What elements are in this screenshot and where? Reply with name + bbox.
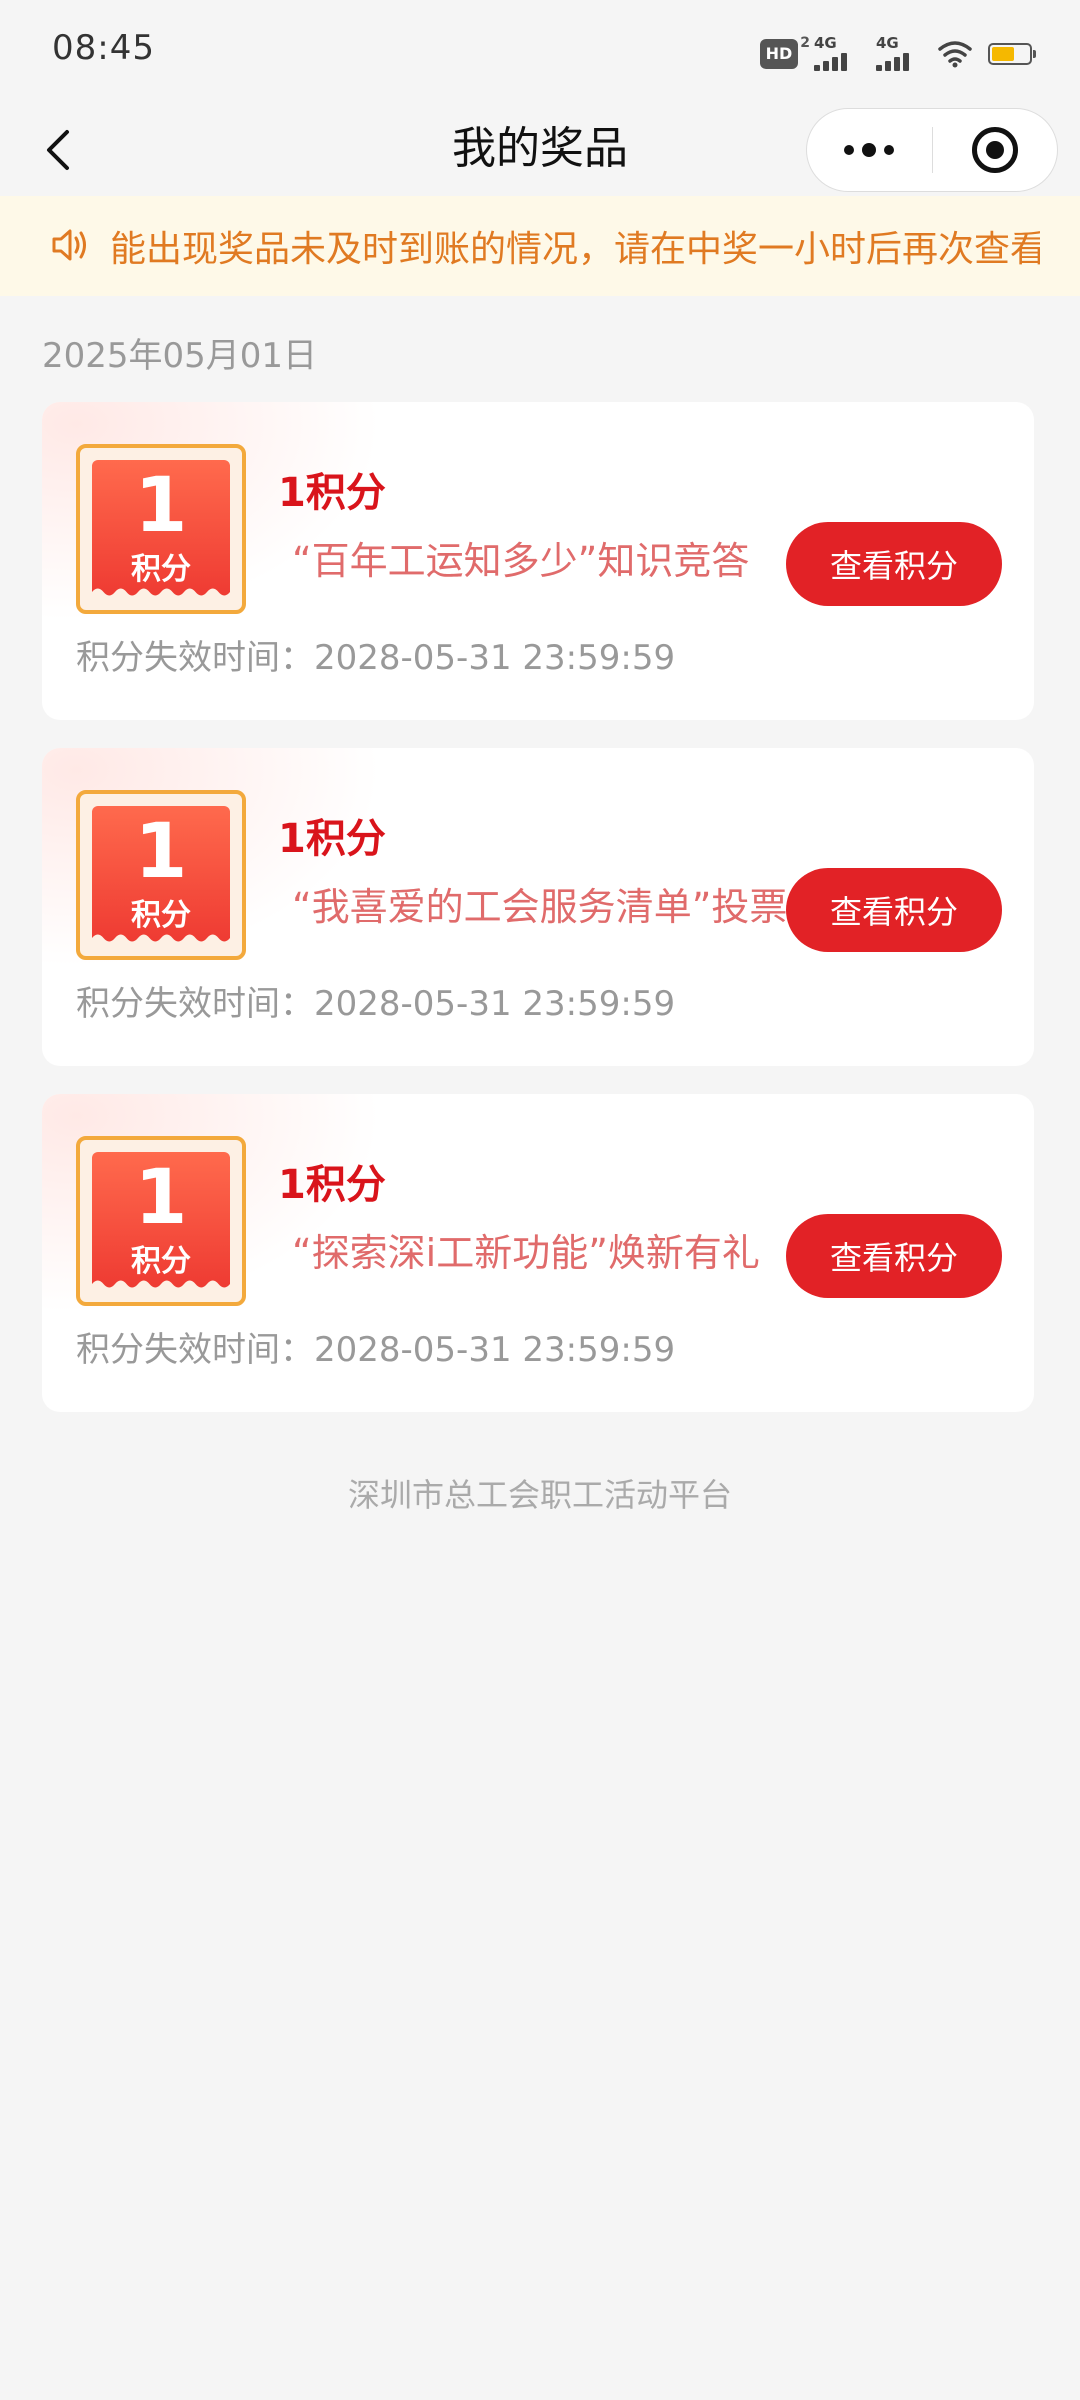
battery-level	[992, 46, 1014, 61]
prize-description: “探索深i工新功能”焕新有礼	[292, 1231, 760, 1275]
status-time: 08:45	[52, 28, 155, 68]
notice-bar: 能出现奖品未及时到账的情况，请在中奖一小时后再次查看	[0, 196, 1080, 296]
hd-sub-label: 2	[800, 34, 810, 51]
view-points-button[interactable]: 查看积分	[786, 868, 1002, 952]
coupon-unit: 积分	[131, 1244, 191, 1279]
target-circle-icon	[971, 127, 1018, 173]
prize-description: “百年工运知多少”知识竞答	[292, 539, 750, 583]
expire-time: 2028-05-31 23:59:59	[314, 1330, 676, 1370]
expire-label: 积分失效时间：	[76, 638, 314, 678]
miniprogram-capsule	[806, 108, 1058, 192]
network-type-label: 4G	[876, 34, 899, 52]
coupon-unit: 积分	[131, 552, 191, 587]
prize-title: 1积分	[278, 1162, 386, 1208]
status-bar: 08:45 HD 2 4G 4G	[0, 0, 1080, 100]
date-header: 2025年05月01日	[42, 336, 318, 376]
close-miniprogram-button[interactable]	[933, 109, 1058, 191]
more-dots-icon	[844, 143, 895, 157]
more-menu-button[interactable]	[807, 109, 932, 191]
status-icons: HD 2 4G 4G	[760, 35, 1036, 71]
points-coupon-icon: 1 积分	[76, 790, 246, 960]
coupon-number: 1	[134, 806, 188, 895]
points-coupon-icon: 1 积分	[76, 1136, 246, 1306]
hd-voice-icon: HD 2	[760, 35, 810, 69]
prize-card: 1 积分 1积分 “我喜爱的工会服务清单”投票 查看积分 积分失效时间：2028…	[42, 748, 1034, 1066]
platform-footer: 深圳市总工会职工活动平台	[347, 1476, 732, 1514]
expire-label: 积分失效时间：	[76, 1330, 314, 1370]
wifi-icon	[938, 40, 972, 68]
points-coupon-icon: 1 积分	[76, 444, 246, 614]
coupon-unit: 积分	[131, 898, 191, 933]
speaker-icon	[50, 226, 90, 268]
expire-info: 积分失效时间：2028-05-31 23:59:59	[76, 1322, 675, 1371]
notice-text: 能出现奖品未及时到账的情况，请在中奖一小时后再次查看	[110, 229, 1040, 270]
signal-icon-sim1: 4G	[814, 36, 860, 71]
prize-title: 1积分	[278, 816, 386, 862]
expire-time: 2028-05-31 23:59:59	[314, 984, 676, 1024]
expire-info: 积分失效时间：2028-05-31 23:59:59	[76, 976, 675, 1025]
nav-bar: 我的奖品	[0, 100, 1080, 196]
view-points-button[interactable]: 查看积分	[786, 522, 1002, 606]
network-type-label: 4G	[814, 34, 837, 52]
coupon-number: 1	[134, 460, 188, 549]
prize-card: 1 积分 1积分 “百年工运知多少”知识竞答 查看积分 积分失效时间：2028-…	[42, 402, 1034, 720]
coupon-number: 1	[134, 1152, 188, 1241]
prize-title: 1积分	[278, 470, 386, 516]
battery-icon	[988, 42, 1036, 65]
expire-label: 积分失效时间：	[76, 984, 314, 1024]
signal-icon-sim2: 4G	[876, 36, 922, 71]
view-points-button[interactable]: 查看积分	[786, 1214, 1002, 1298]
expire-time: 2028-05-31 23:59:59	[314, 638, 676, 678]
expire-info: 积分失效时间：2028-05-31 23:59:59	[76, 630, 675, 679]
prize-card: 1 积分 1积分 “探索深i工新功能”焕新有礼 查看积分 积分失效时间：2028…	[42, 1094, 1034, 1412]
prize-description: “我喜爱的工会服务清单”投票	[292, 885, 788, 929]
hd-label: HD	[765, 44, 793, 63]
